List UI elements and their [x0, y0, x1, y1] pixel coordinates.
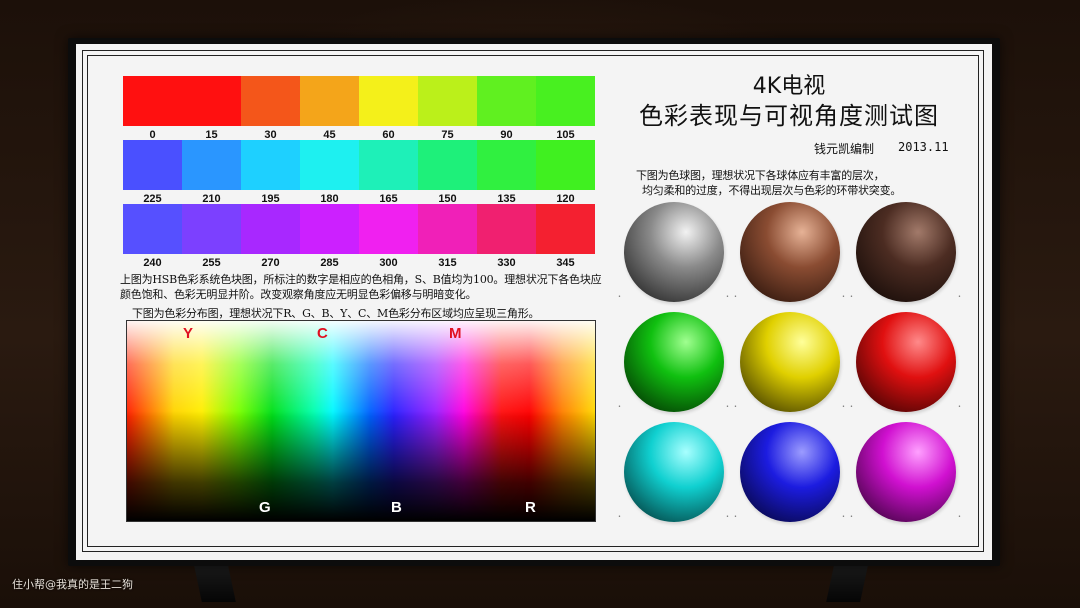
hue-swatch — [477, 204, 536, 254]
label-m: M — [449, 325, 462, 342]
chart-date: 2013.11 — [898, 140, 949, 154]
sphere-dark-brown — [856, 202, 956, 302]
hue-swatch — [477, 76, 536, 126]
label-b: B — [391, 499, 402, 516]
hue-description: 上图为HSB色彩系统色块图，所标注的数字是相应的色相角，S、B值均为100。理想… — [120, 273, 602, 301]
hue-angle-label: 255 — [202, 257, 221, 269]
hue-swatch — [418, 204, 477, 254]
hue-swatch — [359, 76, 418, 126]
watermark: 住小帮@我真的是王二狗 — [12, 578, 133, 591]
sphere-description-line2: 均匀柔和的过度，不得出现层次与色彩的环带状突变。 — [642, 184, 902, 197]
hue-swatch — [477, 140, 536, 190]
hue-swatch — [536, 140, 595, 190]
sphere-marker-dot: • — [850, 514, 853, 520]
hue-swatch — [123, 76, 182, 126]
hue-swatch — [418, 76, 477, 126]
hue-angle-label: 240 — [143, 257, 162, 269]
sphere-marker-dot: • — [726, 514, 729, 520]
hue-swatch — [182, 140, 241, 190]
sphere-brown — [740, 202, 840, 302]
sphere-gray — [624, 202, 724, 302]
hue-angle-label: 330 — [497, 257, 516, 269]
sphere-marker-dot: • — [734, 404, 737, 410]
sphere-green — [624, 312, 724, 412]
sphere-marker-dot: • — [842, 294, 845, 300]
hue-swatch — [241, 204, 300, 254]
hue-swatch — [359, 204, 418, 254]
hue-angle-label: 285 — [320, 257, 339, 269]
hue-swatch — [123, 140, 182, 190]
sphere-marker-dot: • — [734, 514, 737, 520]
chart-title-line1: 4K电视 — [752, 74, 826, 99]
tv-screen: 0 15 30 45 60 75 90 105 225 210 195 180 165 150 135 120… — [76, 44, 992, 560]
sphere-marker-dot: • — [842, 514, 845, 520]
hue-row — [123, 204, 595, 254]
label-g: G — [259, 499, 271, 516]
sphere-yellow — [740, 312, 840, 412]
distribution-highlight — [127, 321, 595, 417]
sphere-marker-dot: • — [842, 404, 845, 410]
hue-swatch — [241, 76, 300, 126]
sphere-red — [856, 312, 956, 412]
sphere-marker-dot: • — [958, 404, 961, 410]
hue-swatch — [359, 140, 418, 190]
hue-swatch — [241, 140, 300, 190]
hue-swatch — [182, 204, 241, 254]
tv-bezel: 0 15 30 45 60 75 90 105 225 210 195 180 165 150 135 120… — [68, 38, 1000, 566]
hue-swatch — [536, 76, 595, 126]
sphere-marker-dot: • — [958, 514, 961, 520]
sphere-blue — [740, 422, 840, 522]
color-sphere-grid: • • • • • • • • • • • • • • • • • • — [618, 202, 961, 522]
sphere-marker-dot: • — [618, 404, 621, 410]
hue-angle-label: 315 — [438, 257, 457, 269]
label-c: C — [317, 325, 328, 342]
hue-swatch — [300, 204, 359, 254]
hue-row — [123, 140, 595, 190]
hue-swatch — [418, 140, 477, 190]
hue-swatch — [182, 76, 241, 126]
color-distribution-map: Y C M G B R — [126, 320, 596, 522]
sphere-marker-dot: • — [726, 294, 729, 300]
label-r: R — [525, 499, 536, 516]
distribution-description: 下图为色彩分布图，理想状况下R、G、B、Y、C、M色彩分布区域均应呈现三角形。 — [132, 307, 540, 320]
hue-swatch — [300, 140, 359, 190]
sphere-marker-dot: • — [618, 294, 621, 300]
sphere-marker-dot: • — [958, 294, 961, 300]
label-y: Y — [183, 325, 194, 342]
sphere-marker-dot: • — [850, 294, 853, 300]
sphere-magenta — [856, 422, 956, 522]
sphere-cyan — [624, 422, 724, 522]
hue-swatch — [300, 76, 359, 126]
sphere-marker-dot: • — [850, 404, 853, 410]
hue-angle-label: 345 — [556, 257, 575, 269]
hue-swatch — [123, 204, 182, 254]
hue-swatch — [536, 204, 595, 254]
chart-title-line2: 色彩表现与可视角度测试图 — [639, 102, 939, 130]
hue-label-row: 240 255 270 285 300 315 330 345 — [123, 257, 595, 269]
hue-angle-label: 270 — [261, 257, 280, 269]
sphere-description-line1: 下图为色球图，理想状况下各球体应有丰富的层次， — [636, 169, 885, 182]
sphere-marker-dot: • — [726, 404, 729, 410]
chart-author: 钱元凯编制 — [814, 142, 875, 156]
sphere-marker-dot: • — [618, 514, 621, 520]
hue-angle-label: 300 — [379, 257, 398, 269]
sphere-marker-dot: • — [734, 294, 737, 300]
hue-row — [123, 76, 595, 126]
